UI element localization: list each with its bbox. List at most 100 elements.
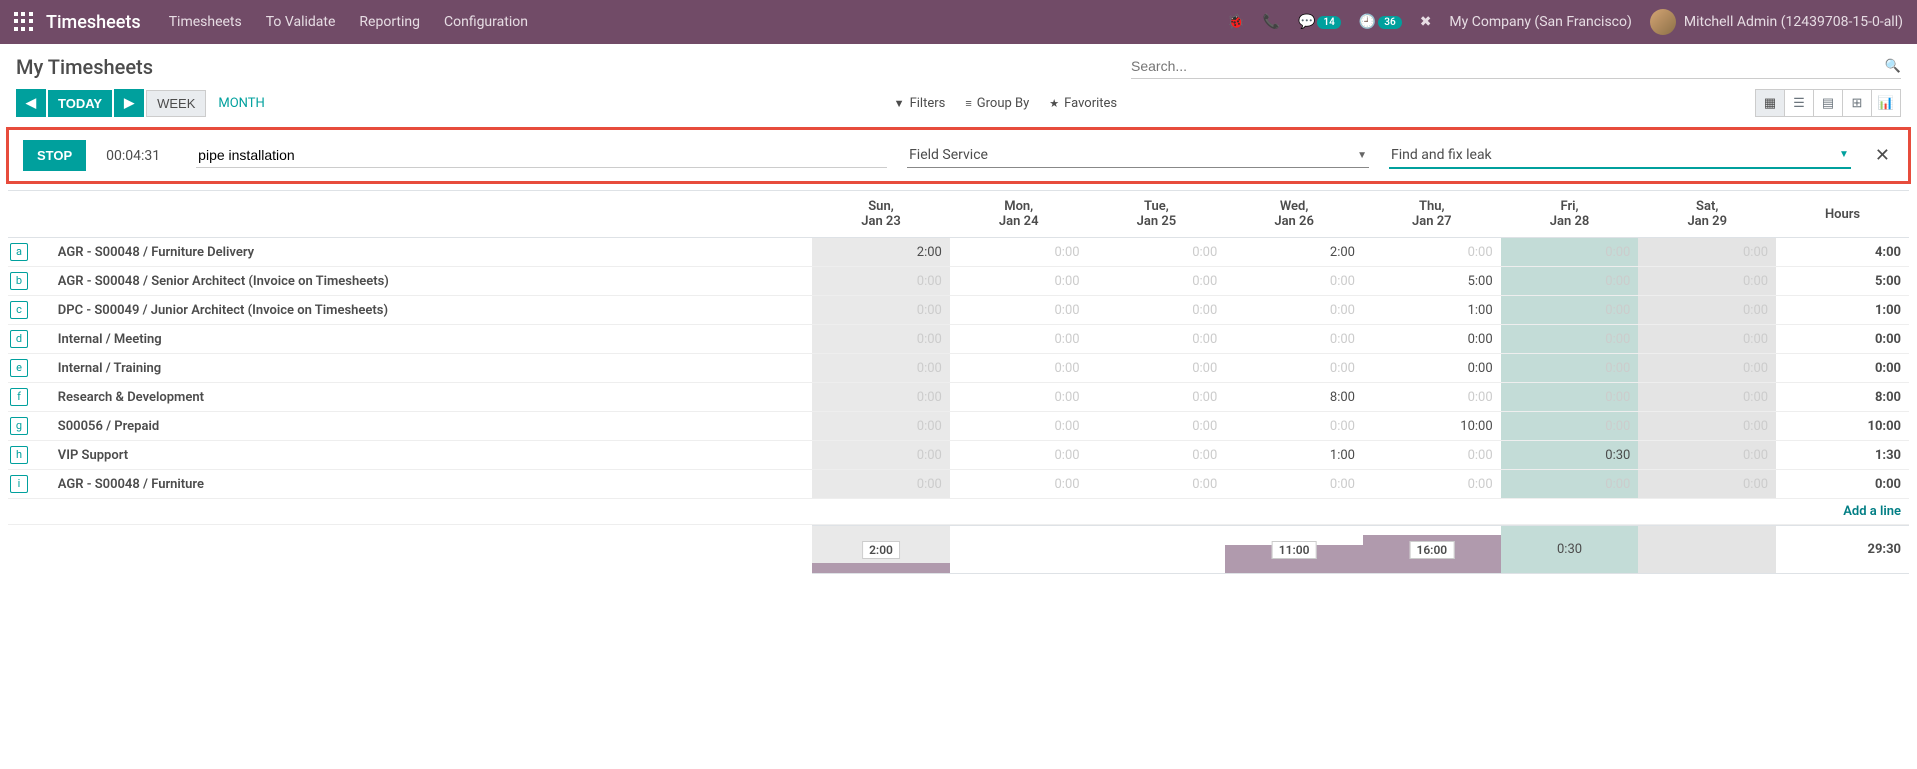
row-key[interactable]: g [10,417,28,435]
cell[interactable]: 0:00 [1363,470,1501,499]
cell[interactable]: 0:00 [1088,296,1226,325]
cell[interactable]: 0:00 [1225,296,1363,325]
cell[interactable]: 0:00 [812,325,950,354]
cell[interactable]: 0:00 [1363,354,1501,383]
nav-timesheets[interactable]: Timesheets [169,14,242,30]
cell[interactable]: 2:00 [812,238,950,267]
cell[interactable]: 0:00 [1225,325,1363,354]
cell[interactable]: 0:00 [1363,441,1501,470]
cell[interactable]: 0:00 [950,354,1088,383]
row-label[interactable]: S00056 / Prepaid [50,412,812,441]
cell[interactable]: 0:00 [1501,470,1639,499]
cell[interactable]: 0:00 [1088,441,1226,470]
nav-configuration[interactable]: Configuration [444,14,528,30]
row-key[interactable]: h [10,446,28,464]
cell[interactable]: 0:00 [812,441,950,470]
today-button[interactable]: TODAY [48,90,112,117]
cell[interactable]: 0:00 [812,296,950,325]
cell[interactable]: 0:00 [1088,325,1226,354]
favorites-button[interactable]: ★Favorites [1049,96,1117,111]
view-graph-icon[interactable]: 📊 [1871,89,1901,117]
cell[interactable]: 0:00 [1501,325,1639,354]
cell[interactable]: 0:00 [1363,325,1501,354]
view-grid-icon[interactable]: ▦ [1755,89,1785,117]
tools-icon[interactable]: ✖ [1420,14,1432,30]
search-input[interactable] [1131,58,1879,74]
cell[interactable]: 0:00 [1638,441,1776,470]
groupby-button[interactable]: ≡Group By [965,96,1029,111]
prev-button[interactable]: ◀ [16,89,46,117]
cell[interactable]: 0:00 [1501,296,1639,325]
cell[interactable]: 0:00 [1638,267,1776,296]
row-label[interactable]: DPC - S00049 / Junior Architect (Invoice… [50,296,812,325]
row-key[interactable]: c [10,301,28,319]
cell[interactable]: 1:00 [1225,441,1363,470]
view-kanban-icon[interactable]: ▤ [1813,89,1843,117]
cell[interactable]: 0:00 [1225,354,1363,383]
row-key[interactable]: f [10,388,28,406]
cell[interactable]: 0:00 [950,296,1088,325]
nav-reporting[interactable]: Reporting [359,14,420,30]
search-icon[interactable]: 🔍 [1885,59,1901,74]
row-label[interactable]: AGR - S00048 / Furniture [50,470,812,499]
cell[interactable]: 0:00 [1088,470,1226,499]
cell[interactable]: 0:00 [1638,470,1776,499]
debug-icon[interactable]: 🐞 [1227,14,1244,30]
cell[interactable]: 0:00 [812,383,950,412]
cell[interactable]: 5:00 [1363,267,1501,296]
timer-task-select[interactable]: Find and fix leak▼ [1389,143,1851,169]
user-menu[interactable]: Mitchell Admin (12439708-15-0-all) [1650,9,1903,35]
cell[interactable]: 0:00 [950,441,1088,470]
company-switcher[interactable]: My Company (San Francisco) [1449,14,1631,30]
cell[interactable]: 1:00 [1363,296,1501,325]
cell[interactable]: 0:00 [950,470,1088,499]
cell[interactable]: 0:00 [950,412,1088,441]
close-icon[interactable]: ✕ [1871,145,1894,166]
cell[interactable]: 0:00 [812,412,950,441]
cell[interactable]: 0:00 [1501,267,1639,296]
month-button[interactable]: MONTH [208,91,274,116]
row-label[interactable]: Internal / Meeting [50,325,812,354]
stop-button[interactable]: STOP [23,140,86,171]
add-line[interactable]: Add a line [8,499,1909,525]
cell[interactable]: 0:00 [1363,383,1501,412]
row-key[interactable]: d [10,330,28,348]
cell[interactable]: 0:00 [1225,267,1363,296]
timer-project-select[interactable]: Field Service▼ [907,143,1369,168]
cell[interactable]: 0:00 [1638,383,1776,412]
cell[interactable]: 0:00 [950,238,1088,267]
row-label[interactable]: VIP Support [50,441,812,470]
row-key[interactable]: b [10,272,28,290]
cell[interactable]: 0:00 [1088,354,1226,383]
cell[interactable]: 0:00 [1501,383,1639,412]
search-box[interactable]: 🔍 [1131,54,1901,79]
cell[interactable]: 0:00 [1638,238,1776,267]
phone-icon[interactable]: 📞 [1263,14,1280,30]
row-label[interactable]: AGR - S00048 / Furniture Delivery [50,238,812,267]
cell[interactable]: 0:00 [1225,412,1363,441]
cell[interactable]: 0:00 [1088,238,1226,267]
messages-icon[interactable]: 💬14 [1298,14,1341,30]
nav-to-validate[interactable]: To Validate [266,14,336,30]
row-label[interactable]: Research & Development [50,383,812,412]
row-key[interactable]: e [10,359,28,377]
cell[interactable]: 10:00 [1363,412,1501,441]
cell[interactable]: 0:30 [1501,441,1639,470]
cell[interactable]: 0:00 [950,383,1088,412]
cell[interactable]: 0:00 [812,470,950,499]
view-pivot-icon[interactable]: ⊞ [1842,89,1872,117]
week-button[interactable]: WEEK [146,90,206,117]
cell[interactable]: 2:00 [1225,238,1363,267]
view-list-icon[interactable]: ☰ [1784,89,1814,117]
cell[interactable]: 0:00 [1088,267,1226,296]
cell[interactable]: 0:00 [1088,383,1226,412]
cell[interactable]: 0:00 [1088,412,1226,441]
cell[interactable]: 0:00 [1225,470,1363,499]
row-label[interactable]: Internal / Training [50,354,812,383]
cell[interactable]: 8:00 [1225,383,1363,412]
cell[interactable]: 0:00 [950,267,1088,296]
cell[interactable]: 0:00 [812,267,950,296]
row-label[interactable]: AGR - S00048 / Senior Architect (Invoice… [50,267,812,296]
cell[interactable]: 0:00 [1638,296,1776,325]
cell[interactable]: 0:00 [1638,412,1776,441]
